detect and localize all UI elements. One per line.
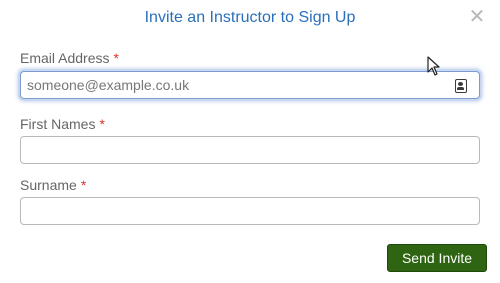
surname-input[interactable]	[20, 197, 480, 225]
send-invite-button[interactable]: Send Invite	[387, 244, 487, 272]
email-input[interactable]	[20, 71, 480, 99]
surname-label: Surname *	[20, 177, 86, 193]
required-mark: *	[113, 50, 119, 66]
contact-card-icon[interactable]	[455, 79, 467, 93]
first-names-label: First Names *	[20, 116, 105, 132]
first-names-input[interactable]	[20, 136, 480, 164]
email-label-text: Email Address	[20, 50, 110, 66]
required-mark: *	[99, 116, 105, 132]
first-names-label-text: First Names	[20, 116, 96, 132]
mouse-cursor-icon	[427, 56, 440, 76]
surname-label-text: Surname	[20, 177, 77, 193]
invite-dialog: Invite an Instructor to Sign Up ✕ Email …	[0, 0, 500, 283]
close-icon[interactable]: ✕	[468, 7, 486, 27]
email-label: Email Address *	[20, 50, 119, 66]
required-mark: *	[80, 177, 87, 193]
dialog-title: Invite an Instructor to Sign Up	[144, 9, 356, 26]
